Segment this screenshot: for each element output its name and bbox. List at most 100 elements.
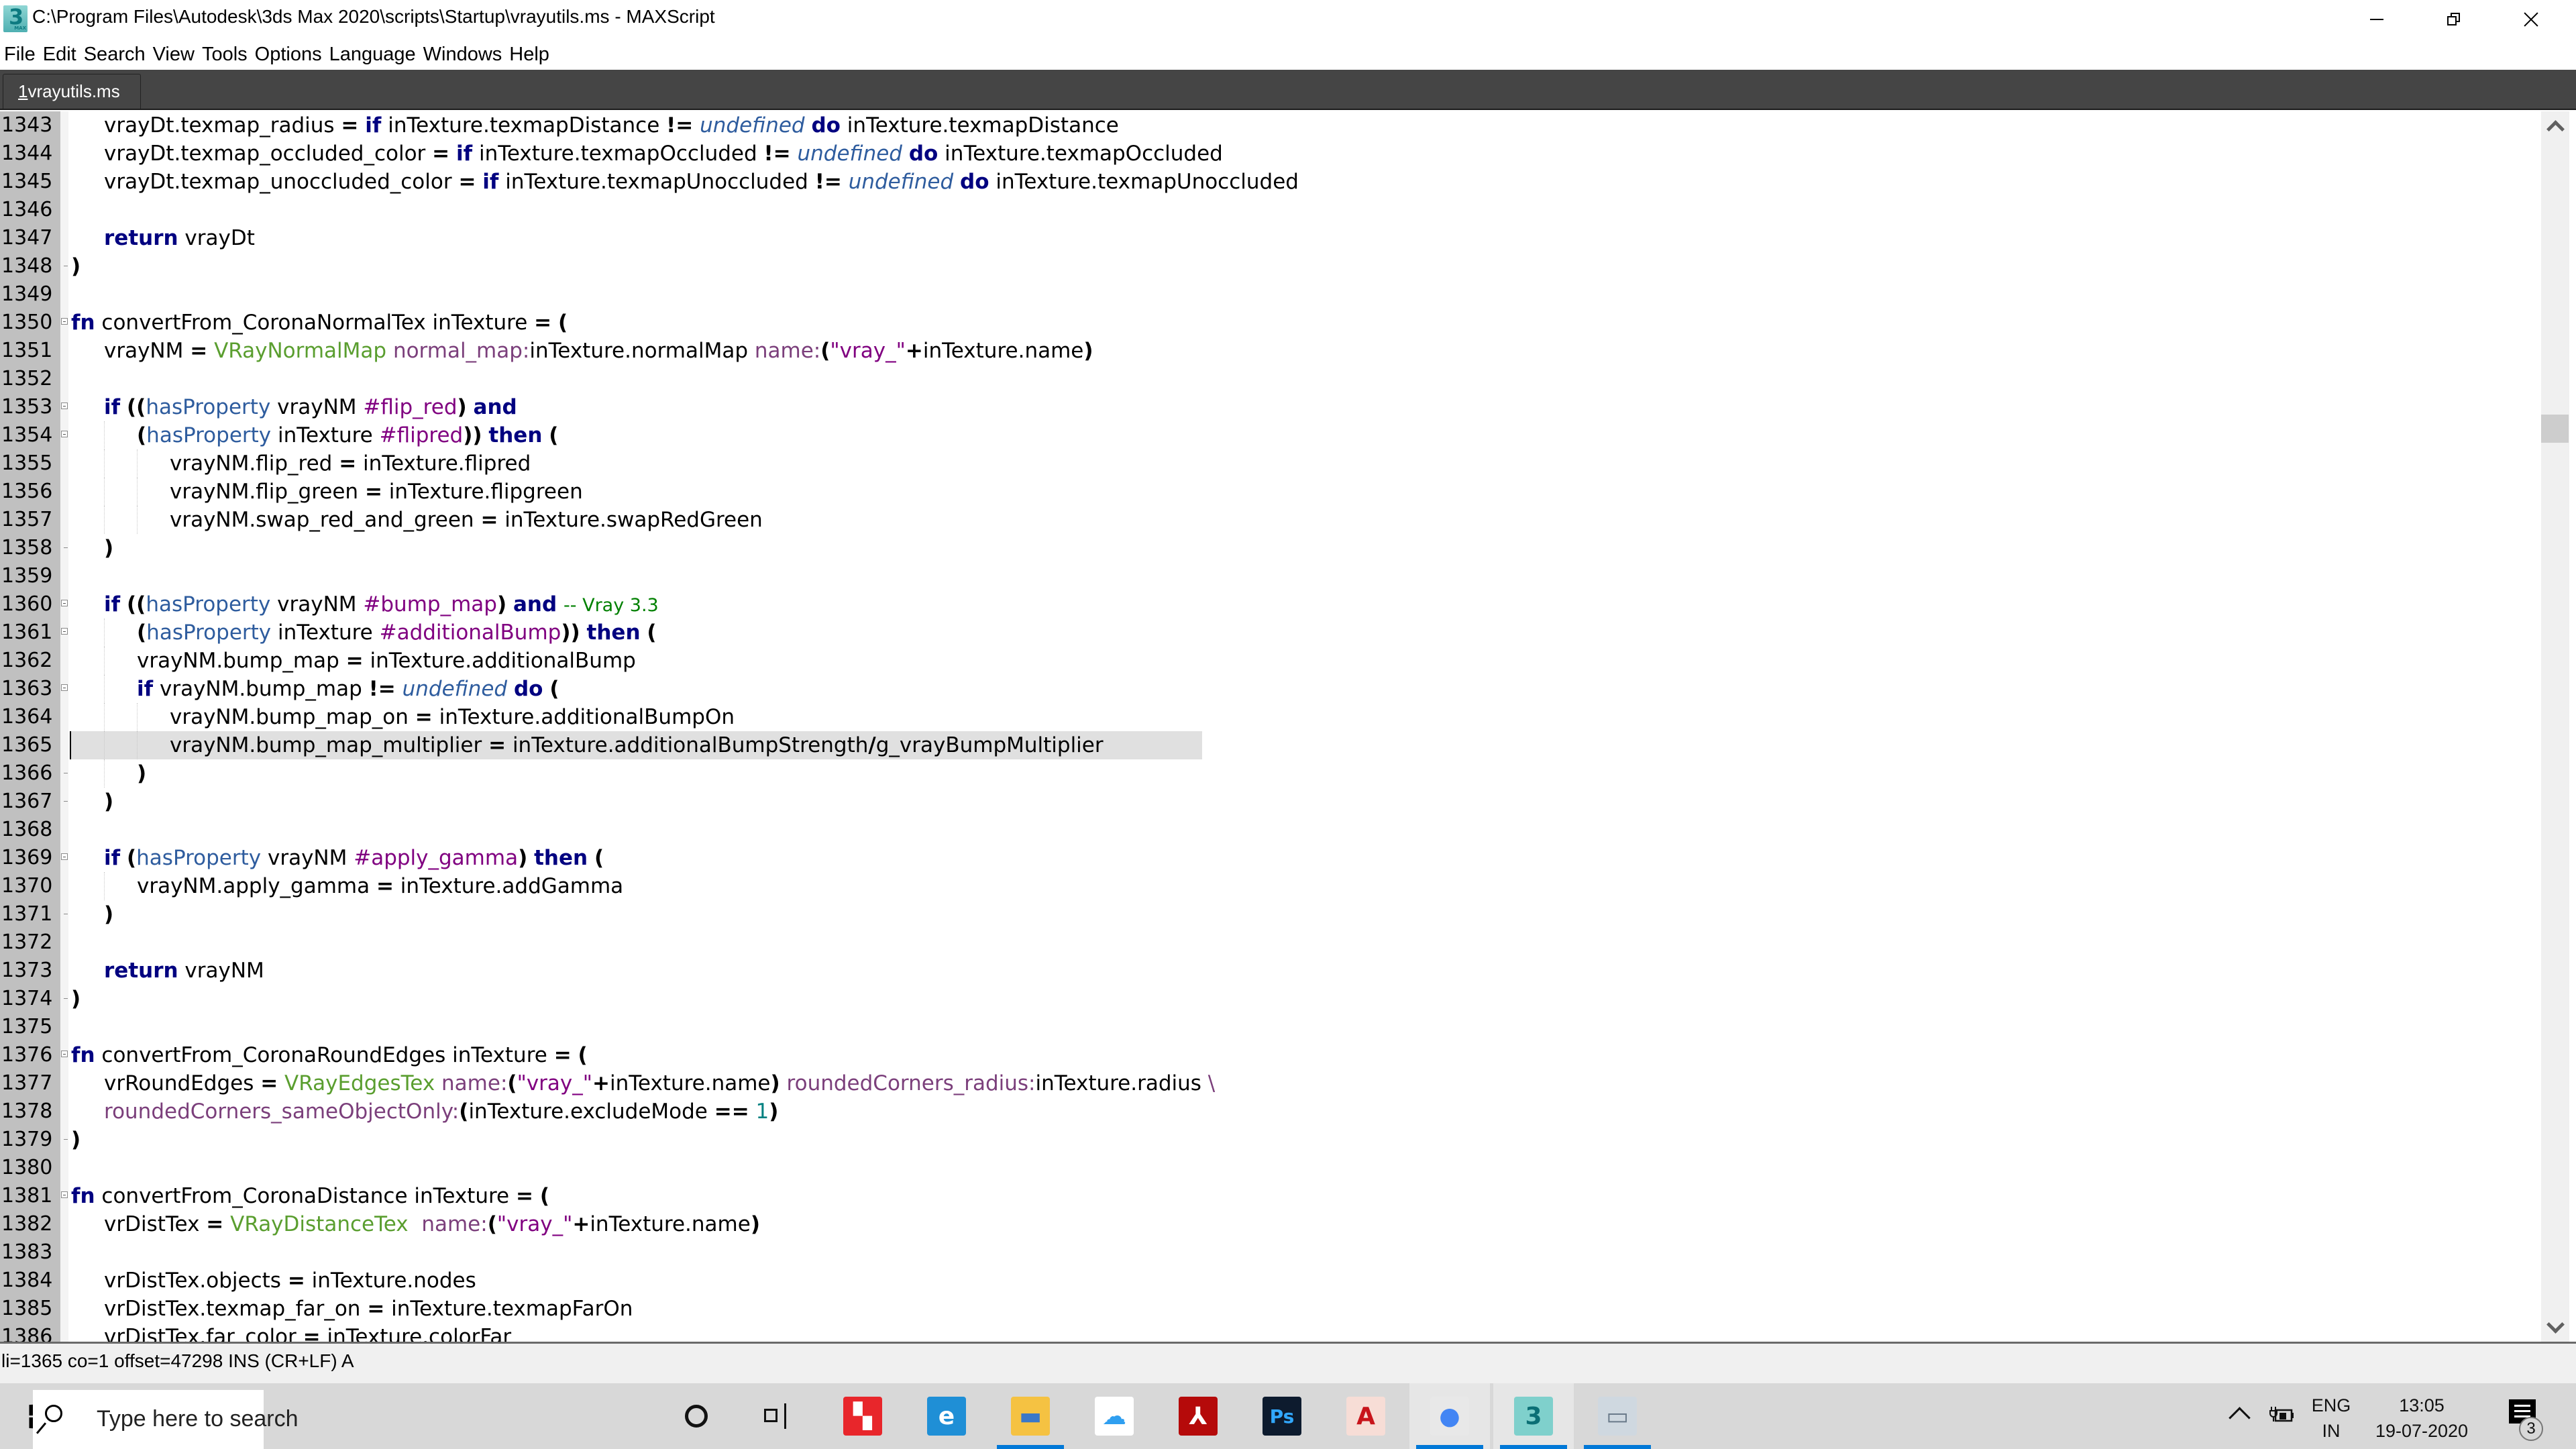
taskbar-app-acrobat[interactable]: ⅄ bbox=[1158, 1383, 1238, 1449]
code-line[interactable]: 1359 bbox=[0, 562, 2533, 590]
code-editor[interactable]: 1343 vrayDt.texmap_radius = if inTexture.… bbox=[0, 111, 2576, 1342]
code-line[interactable]: 1350 fn convertFrom_CoronaNormalTex inTex… bbox=[0, 309, 2533, 337]
code-line[interactable]: 1352 bbox=[0, 365, 2533, 393]
code-line[interactable]: 1370 vrayNM.apply_gamma = inTexture.addGa… bbox=[0, 872, 2533, 900]
code-line[interactable]: 1351 vrayNM = VRayNormalMap normal_map:in… bbox=[0, 337, 2533, 365]
taskbar-app-chrome[interactable]: ● bbox=[1409, 1383, 1490, 1449]
fold-toggle-icon[interactable] bbox=[61, 431, 68, 437]
code-line[interactable]: 1363 if vrayNM.bump_map != undefined do ( bbox=[0, 675, 2533, 703]
code-text: roundedCorners_sameObjectOnly:(inTexture… bbox=[104, 1099, 779, 1124]
code-line[interactable]: 1347 return vrayDt bbox=[0, 224, 2533, 252]
fold-toggle-icon[interactable] bbox=[61, 853, 68, 860]
menu-windows[interactable]: Windows bbox=[419, 44, 506, 66]
code-line[interactable]: 1371) bbox=[0, 900, 2533, 928]
fold-toggle-icon[interactable] bbox=[61, 1051, 68, 1057]
code-line[interactable]: 1379) bbox=[0, 1126, 2533, 1154]
code-line[interactable]: 1355 vrayNM.flip_red = inTexture.flipred bbox=[0, 449, 2533, 478]
code-line[interactable]: 1374) bbox=[0, 985, 2533, 1013]
code-text: vrayNM.bump_map_on = inTexture.additiona… bbox=[170, 705, 735, 729]
line-number: 1351 bbox=[1, 339, 53, 362]
code-line[interactable]: 1372 bbox=[0, 928, 2533, 957]
code-line[interactable]: 1384 vrDistTex.objects = inTexture.nodes bbox=[0, 1267, 2533, 1295]
code-line[interactable]: 1385 vrDistTex.texmap_far_on = inTexture.… bbox=[0, 1295, 2533, 1323]
code-line[interactable]: 1382 vrDistTex = VRayDistanceTex name:("v… bbox=[0, 1210, 2533, 1238]
menu-file[interactable]: File bbox=[0, 44, 39, 66]
menu-tools[interactable]: Tools bbox=[198, 44, 251, 66]
code-line[interactable]: 1349 bbox=[0, 280, 2533, 309]
taskbar-app-file-explorer[interactable]: ▬ bbox=[990, 1383, 1071, 1449]
code-line[interactable]: 1358) bbox=[0, 534, 2533, 562]
code-line[interactable]: 1361 (hasProperty inTexture #additionalBu… bbox=[0, 619, 2533, 647]
code-line[interactable]: 1381 fn convertFrom_CoronaDistance inText… bbox=[0, 1182, 2533, 1210]
menu-edit[interactable]: Edit bbox=[39, 44, 80, 66]
code-line[interactable]: 1345 vrayDt.texmap_unoccluded_color = if … bbox=[0, 168, 2533, 196]
line-number: 1344 bbox=[1, 142, 53, 165]
line-number: 1367 bbox=[1, 790, 53, 813]
code-line[interactable]: 1353 if ((hasProperty vrayNM #flip_red) a… bbox=[0, 393, 2533, 421]
code-line[interactable]: 1368 bbox=[0, 816, 2533, 844]
battery-charging-icon[interactable] bbox=[2269, 1406, 2294, 1424]
restore-button[interactable] bbox=[2415, 0, 2492, 39]
indent-guide bbox=[104, 759, 105, 788]
code-line[interactable]: 1383 bbox=[0, 1238, 2533, 1267]
code-text: vrayDt.texmap_unoccluded_color = if inTe… bbox=[104, 170, 1299, 194]
taskbar-search-box[interactable]: Type here to search bbox=[33, 1390, 299, 1449]
clock[interactable]: 13:05 19-07-2020 bbox=[2368, 1393, 2475, 1444]
fold-toggle-icon[interactable] bbox=[61, 684, 68, 691]
code-line[interactable]: 1362 vrayNM.bump_map = inTexture.addition… bbox=[0, 647, 2533, 675]
code-line[interactable]: 1375 bbox=[0, 1013, 2533, 1041]
code-line[interactable]: 1367) bbox=[0, 788, 2533, 816]
fold-toggle-icon[interactable] bbox=[61, 402, 68, 409]
edge-icon: e bbox=[927, 1397, 966, 1436]
scroll-down-button[interactable] bbox=[2541, 1313, 2569, 1342]
menu-options[interactable]: Options bbox=[251, 44, 325, 66]
taskbar-app-edge[interactable]: e bbox=[906, 1383, 987, 1449]
code-line[interactable]: 1369 if (hasProperty vrayNM #apply_gamma)… bbox=[0, 844, 2533, 872]
code-line[interactable]: 1360 if ((hasProperty vrayNM #bump_map) a… bbox=[0, 590, 2533, 619]
code-line[interactable]: 1356 vrayNM.flip_green = inTexture.flipgr… bbox=[0, 478, 2533, 506]
menu-language[interactable]: Language bbox=[325, 44, 419, 66]
code-line[interactable]: 1386 vrDistTex.far_color = inTexture.colo… bbox=[0, 1323, 2533, 1342]
taskbar-app-photoshop[interactable]: Ps bbox=[1242, 1383, 1322, 1449]
scroll-up-button[interactable] bbox=[2541, 111, 2569, 140]
taskbar-app-autocad[interactable]: A bbox=[1326, 1383, 1406, 1449]
code-line[interactable]: 1378 roundedCorners_sameObjectOnly:(inTex… bbox=[0, 1097, 2533, 1126]
show-hidden-icons-chevron-icon[interactable] bbox=[2229, 1407, 2251, 1429]
code-line[interactable]: 1354 (hasProperty inTexture #flipred)) th… bbox=[0, 421, 2533, 449]
taskbar-app-3dsmax[interactable]: 3 bbox=[1493, 1383, 1574, 1449]
code-text: ) bbox=[137, 761, 147, 786]
vertical-scrollbar[interactable] bbox=[2541, 111, 2569, 1342]
task-view-button[interactable] bbox=[737, 1383, 817, 1449]
taskbar-app-sketchup[interactable]: ▚ bbox=[822, 1383, 903, 1449]
menu-search[interactable]: Search bbox=[80, 44, 149, 66]
close-button[interactable] bbox=[2492, 0, 2569, 39]
fold-toggle-icon[interactable] bbox=[61, 318, 68, 325]
line-number: 1372 bbox=[1, 930, 53, 954]
code-line[interactable]: 1348) bbox=[0, 252, 2533, 280]
menu-view[interactable]: View bbox=[149, 44, 198, 66]
code-line[interactable]: 1373 return vrayNM bbox=[0, 957, 2533, 985]
code-line[interactable]: 1364 vrayNM.bump_map_on = inTexture.addit… bbox=[0, 703, 2533, 731]
cortana-button[interactable] bbox=[656, 1383, 737, 1449]
code-line[interactable]: 1380 bbox=[0, 1154, 2533, 1182]
input-language-indicator[interactable]: ENG IN bbox=[2308, 1393, 2355, 1444]
code-line[interactable]: 1344 vrayDt.texmap_occluded_color = if in… bbox=[0, 140, 2533, 168]
fold-toggle-icon[interactable] bbox=[61, 1191, 68, 1198]
code-line[interactable]: 1376 fn convertFrom_CoronaRoundEdges inTe… bbox=[0, 1041, 2533, 1069]
scrollbar-thumb[interactable] bbox=[2541, 414, 2569, 443]
code-line[interactable]: 1346 bbox=[0, 196, 2533, 224]
code-line[interactable]: 1365 vrayNM.bump_map_multiplier = inTextu… bbox=[0, 731, 2533, 759]
code-line[interactable]: 1377 vrRoundEdges = VRayEdgesTex name:("v… bbox=[0, 1069, 2533, 1097]
taskbar-app-icloud[interactable]: ☁ bbox=[1074, 1383, 1155, 1449]
line-number: 1362 bbox=[1, 649, 53, 672]
fold-toggle-icon[interactable] bbox=[61, 628, 68, 635]
menu-help[interactable]: Help bbox=[505, 44, 553, 66]
fold-toggle-icon[interactable] bbox=[61, 600, 68, 606]
minimize-button[interactable] bbox=[2338, 0, 2415, 39]
code-line[interactable]: 1343 vrayDt.texmap_radius = if inTexture.… bbox=[0, 111, 2533, 140]
code-line[interactable]: 1357 vrayNM.swap_red_and_green = inTextur… bbox=[0, 506, 2533, 534]
tab-vrayutils[interactable]: 1 vrayutils.ms bbox=[3, 74, 141, 109]
code-lines: 1343 vrayDt.texmap_radius = if inTexture.… bbox=[0, 111, 2533, 1342]
code-line[interactable]: 1366) bbox=[0, 759, 2533, 788]
taskbar-app-performance-monitor[interactable]: ▭ bbox=[1577, 1383, 1658, 1449]
